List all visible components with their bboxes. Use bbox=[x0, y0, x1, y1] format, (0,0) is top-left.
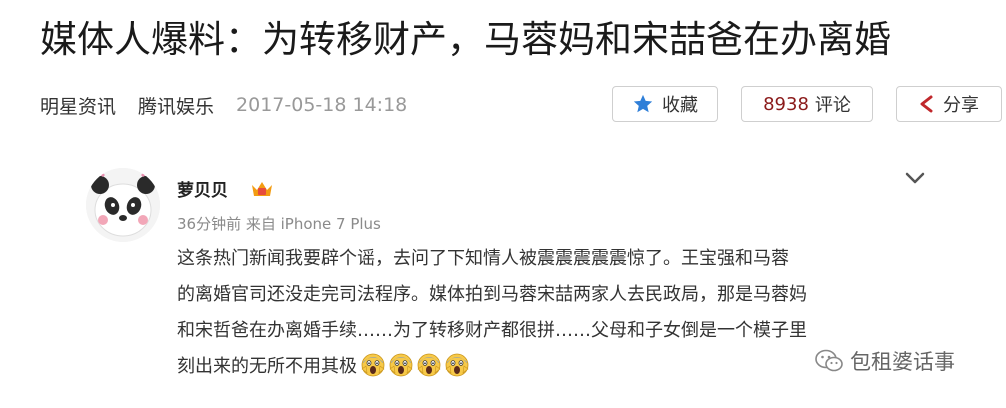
post-line: 的离婚官司还没走完司法程序。媒体拍到马蓉宋喆两家人去民政局，那是马蓉妈 bbox=[177, 284, 807, 305]
panda-avatar-image bbox=[86, 168, 160, 242]
article-meta: 明星资讯 腾讯娱乐 2017-05-18 14:18 bbox=[40, 88, 407, 122]
publish-time: 2017-05-18 14:18 bbox=[236, 94, 408, 116]
post-line: 这条热门新闻我要辟个谣，去问了下知情人被震震震震震惊了。王宝强和马蓉 bbox=[177, 248, 789, 269]
vip-badge-icon bbox=[252, 182, 272, 196]
post-meta: 36分钟前 来自 iPhone 7 Plus bbox=[177, 215, 381, 233]
share-label: 分享 bbox=[943, 95, 979, 116]
share-button[interactable]: 分享 bbox=[896, 86, 1002, 122]
source-primary[interactable]: 明星资讯 bbox=[40, 92, 116, 119]
star-icon bbox=[633, 94, 653, 113]
screaming-face-emoji bbox=[389, 353, 413, 377]
emoji-row bbox=[357, 353, 469, 377]
chevron-down-icon[interactable] bbox=[904, 170, 926, 186]
post-username[interactable]: 萝贝贝 bbox=[177, 176, 228, 201]
screaming-face-emoji bbox=[445, 353, 469, 377]
avatar[interactable] bbox=[86, 168, 160, 242]
article-title: 媒体人爆料：为转移财产，马蓉妈和宋喆爸在办离婚 bbox=[40, 18, 891, 61]
source-secondary[interactable]: 腾讯娱乐 bbox=[138, 92, 214, 119]
favorite-label: 收藏 bbox=[662, 95, 698, 116]
comments-button[interactable]: 8938 评论 bbox=[741, 86, 873, 122]
watermark-text: 包租婆话事 bbox=[850, 350, 955, 374]
comment-label: 评论 bbox=[814, 95, 851, 116]
screaming-face-emoji bbox=[361, 353, 385, 377]
share-icon bbox=[920, 95, 933, 113]
screaming-face-emoji bbox=[417, 353, 441, 377]
post-line: 刻出来的无所不用其极 bbox=[177, 356, 357, 377]
comment-count: 8938 bbox=[763, 93, 809, 115]
post-line: 和宋哲爸在办离婚手续……为了转移财产都很拼……父母和子女倒是一个模子里 bbox=[177, 320, 807, 341]
watermark: 包租婆话事 bbox=[814, 346, 955, 376]
favorite-button[interactable]: 收藏 bbox=[612, 86, 718, 122]
wechat-icon bbox=[815, 349, 843, 372]
